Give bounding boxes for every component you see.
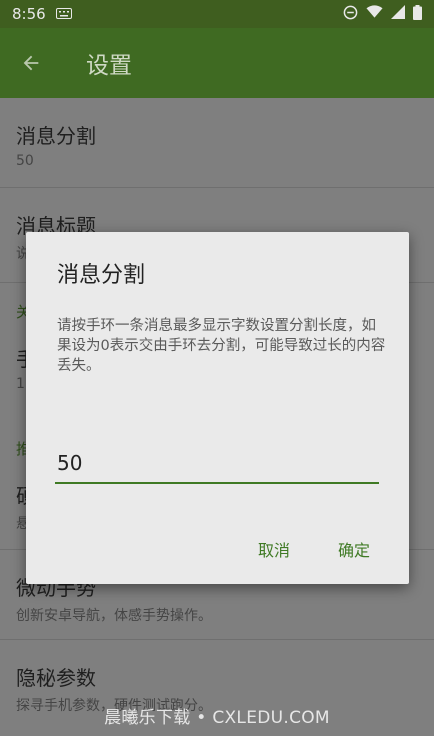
pref-summary: 创新安卓导航，体感手势操作。 [16,608,212,624]
signal-icon [391,5,405,23]
ok-button[interactable]: 确定 [338,537,370,561]
app-bar: 设置 [0,28,434,98]
back-arrow-icon[interactable] [18,50,44,76]
cancel-button[interactable]: 取消 [258,537,290,561]
wifi-icon [366,5,383,23]
split-length-input[interactable] [55,444,379,484]
pref-title: 隐秘参数 [16,666,96,690]
page-title: 设置 [86,53,132,79]
dialog-title: 消息分割 [57,263,146,288]
do-not-disturb-icon [343,5,358,24]
watermark: 晨曦乐下载 • CXLEDU.COM [104,708,330,728]
dialog-message: 请按手环一条消息最多显示字数设置分割长度，如果设为0表示交由手环去分割，可能导致… [57,318,386,374]
status-bar: 8:56 [0,0,434,28]
keyboard-icon [55,5,72,23]
pref-title: 消息分割 [16,124,96,148]
status-time: 8:56 [12,5,46,23]
battery-icon [413,4,422,24]
message-split-dialog: 消息分割 请按手环一条消息最多显示字数设置分割长度，如果设为0表示交由手环去分割… [26,232,409,584]
pref-summary: 50 [16,153,34,169]
pref-message-split[interactable]: 消息分割 50 [0,98,434,188]
